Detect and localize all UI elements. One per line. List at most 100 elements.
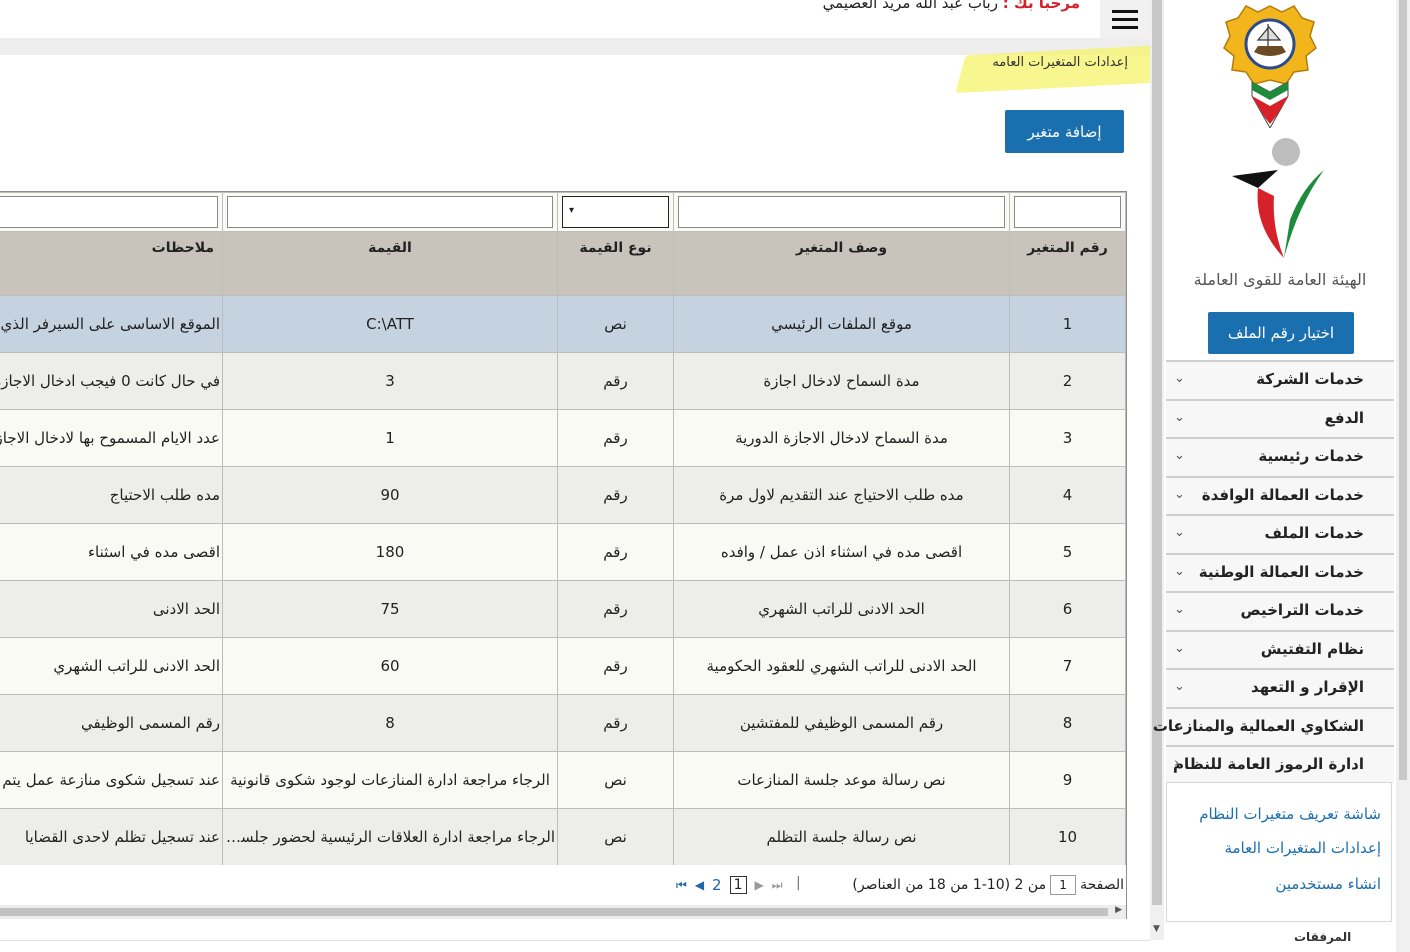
submenu-link-system-variables[interactable]: شاشة تعريف متغيرات النظام — [1199, 805, 1381, 823]
sidebar-item[interactable]: خدمات العمالة الوطنية ⌄ — [1166, 552, 1394, 591]
cell-description[interactable]: نص رسالة جلسة التظلم — [673, 808, 1010, 865]
table-row[interactable]: 9 نص رسالة موعد جلسة المنازعات نص الرجاء مر… — [0, 751, 1126, 809]
sidebar-item[interactable]: خدمات التراخيص ⌄ — [1166, 591, 1394, 630]
cell-number[interactable]: 1 — [1009, 295, 1126, 353]
first-page-icon[interactable]: ⏮ — [676, 878, 687, 893]
cell-number[interactable]: 2 — [1009, 352, 1126, 410]
cell-notes[interactable]: اقصى مده في اسثناء — [0, 523, 223, 581]
prev-page-icon[interactable]: ◀ — [695, 878, 704, 892]
cell-notes[interactable]: عند تسجيل تظلم لاحدى القضايا — [0, 808, 223, 865]
cell-value[interactable]: 180 — [222, 523, 558, 581]
cell-description[interactable]: مده طلب الاحتياج عند التقديم لاول مرة — [673, 466, 1010, 524]
cell-type[interactable]: رقم — [557, 580, 674, 638]
cell-value[interactable]: C:\ATT — [222, 295, 558, 353]
cell-type[interactable]: رقم — [557, 466, 674, 524]
sidebar-item[interactable]: خدمات الملف ⌄ — [1166, 514, 1394, 553]
sidebar-item[interactable]: خدمات العمالة الوافدة ⌄ — [1166, 475, 1394, 514]
cell-value[interactable]: 75 — [222, 580, 558, 638]
cell-description[interactable]: موقع الملفات الرئيسي — [673, 295, 1010, 353]
sidebar-item[interactable]: خدمات رئيسية ⌄ — [1166, 437, 1394, 476]
filter-notes-input[interactable] — [0, 196, 218, 228]
cell-notes[interactable]: عدد الايام المسموح بها لادخال الاجازة — [0, 409, 223, 467]
cell-type[interactable]: رقم — [557, 523, 674, 581]
column-header-type[interactable]: نوع القيمة — [557, 231, 674, 296]
table-row[interactable]: 10 نص رسالة جلسة التظلم نص الرجاء مراجعة اد… — [0, 808, 1126, 865]
cell-type[interactable]: نص — [557, 295, 674, 353]
filter-type-select[interactable]: ▾ — [562, 196, 669, 228]
scroll-right-icon[interactable]: ▶ — [1115, 905, 1122, 915]
submenu-link-general-settings[interactable]: إعدادات المتغيرات العامة — [1224, 839, 1381, 857]
choose-file-button[interactable]: اختيار رقم الملف — [1208, 312, 1354, 354]
table-row[interactable]: 2 مدة السماح لادخال اجازة رقم 3 في حال كانت … — [0, 352, 1126, 410]
cell-description[interactable]: نص رسالة موعد جلسة المنازعات — [673, 751, 1010, 809]
cell-type[interactable]: رقم — [557, 352, 674, 410]
hamburger-icon[interactable] — [1100, 0, 1150, 38]
cell-notes[interactable]: عند تسجيل شكوى منازعة عمل يتم — [0, 751, 223, 809]
cell-value[interactable]: 1 — [222, 409, 558, 467]
filter-number-input[interactable] — [1014, 196, 1121, 228]
column-header-value[interactable]: القيمة — [222, 231, 558, 296]
sidebar-item[interactable]: نظام التفتيش ⌄ — [1166, 629, 1394, 668]
column-header-description[interactable]: وصف المتغير — [673, 231, 1010, 296]
cell-notes[interactable]: رقم المسمى الوظيفي — [0, 694, 223, 752]
cell-description[interactable]: رقم المسمى الوظيفي للمفتشين — [673, 694, 1010, 752]
cell-notes[interactable]: الموقع الاساسى على السيرفر الذي — [0, 295, 223, 353]
submenu-link-create-users[interactable]: انشاء مستخدمين — [1275, 875, 1381, 893]
cell-value[interactable]: 3 — [222, 352, 558, 410]
column-header-number[interactable]: رقم المتغير — [1009, 231, 1126, 296]
table-row[interactable]: 1 موقع الملفات الرئيسي نص C:\ATT الموقع الاس… — [0, 295, 1126, 353]
filter-value-input[interactable] — [227, 196, 553, 228]
page-link-1[interactable]: 1 — [729, 876, 747, 894]
cell-type[interactable]: نص — [557, 751, 674, 809]
page-scroll-thumb[interactable] — [1399, 0, 1407, 780]
column-header-notes[interactable]: ملاحظات — [0, 231, 223, 296]
horizontal-scrollbar[interactable]: ▶ — [0, 905, 1126, 919]
sidebar-item[interactable]: ادارة الرموز العامة للنظام ‹ — [1166, 745, 1394, 784]
cell-description[interactable]: الحد الادنى للراتب الشهري — [673, 580, 1010, 638]
content-vertical-scrollbar[interactable]: ▼ — [1150, 0, 1164, 940]
table-row[interactable]: 3 مدة السماح لادخال الاجازة الدورية رقم 1 عد… — [0, 409, 1126, 467]
table-row[interactable]: 8 رقم المسمى الوظيفي للمفتشين رقم 8 رقم المس… — [0, 694, 1126, 752]
next-page-icon[interactable]: ▶ — [755, 878, 764, 892]
table-row[interactable]: 4 مده طلب الاحتياج عند التقديم لاول مرة رق… — [0, 466, 1126, 524]
cell-type[interactable]: رقم — [557, 694, 674, 752]
sidebar-item[interactable]: الإقرار و التعهد ⌄ — [1166, 668, 1394, 707]
table-row[interactable]: 6 الحد الادنى للراتب الشهري رقم 75 الحد الاد… — [0, 580, 1126, 638]
cell-notes[interactable]: الحد الادنى للراتب الشهري — [0, 637, 223, 695]
cell-value[interactable]: الرجاء مراجعة ادارة العلاقات الرئيسية لح… — [222, 808, 558, 865]
scroll-down-icon[interactable]: ▼ — [1153, 924, 1160, 934]
cell-notes[interactable]: الحد الادنى — [0, 580, 223, 638]
cell-description[interactable]: مدة السماح لادخال الاجازة الدورية — [673, 409, 1010, 467]
sidebar-item[interactable]: الدفع ⌄ — [1166, 398, 1394, 437]
cell-type[interactable]: رقم — [557, 637, 674, 695]
last-page-icon[interactable]: ⏭ — [772, 878, 783, 893]
next-menu-item-peek[interactable]: المرفقات — [1294, 930, 1351, 944]
cell-number[interactable]: 7 — [1009, 637, 1126, 695]
content-scroll-thumb[interactable] — [1152, 0, 1162, 905]
pager-page-input[interactable]: 1 — [1050, 875, 1077, 895]
add-variable-button[interactable]: إضافة متغير — [1005, 110, 1124, 153]
cell-value[interactable]: 90 — [222, 466, 558, 524]
cell-type[interactable]: نص — [557, 808, 674, 865]
cell-number[interactable]: 9 — [1009, 751, 1126, 809]
cell-notes[interactable]: مده طلب الاحتياج — [0, 466, 223, 524]
table-row[interactable]: 5 اقصى مده في اسثناء اذن عمل / وافده رقم 18… — [0, 523, 1126, 581]
cell-value[interactable]: 60 — [222, 637, 558, 695]
cell-description[interactable]: الحد الادنى للراتب الشهري للعقود الحكومي… — [673, 637, 1010, 695]
cell-number[interactable]: 3 — [1009, 409, 1126, 467]
page-link-2[interactable]: 2 — [712, 876, 722, 894]
cell-number[interactable]: 6 — [1009, 580, 1126, 638]
table-row[interactable]: 7 الحد الادنى للراتب الشهري للعقود الحكوم… — [0, 637, 1126, 695]
horizontal-scroll-thumb[interactable] — [0, 908, 1108, 916]
cell-description[interactable]: مدة السماح لادخال اجازة — [673, 352, 1010, 410]
filter-description-input[interactable] — [678, 196, 1005, 228]
cell-notes[interactable]: في حال كانت 0 فيجب ادخال الاجازة — [0, 352, 223, 410]
sidebar-item[interactable]: الشكاوي العمالية والمنازعات ⌄ — [1153, 706, 1394, 745]
cell-value[interactable]: الرجاء مراجعة ادارة المنازعات لوجود شكوى… — [222, 751, 558, 809]
sidebar-item[interactable]: خدمات الشركة ⌄ — [1166, 360, 1394, 399]
cell-number[interactable]: 5 — [1009, 523, 1126, 581]
cell-number[interactable]: 4 — [1009, 466, 1126, 524]
cell-number[interactable]: 10 — [1009, 808, 1126, 865]
cell-number[interactable]: 8 — [1009, 694, 1126, 752]
cell-type[interactable]: رقم — [557, 409, 674, 467]
